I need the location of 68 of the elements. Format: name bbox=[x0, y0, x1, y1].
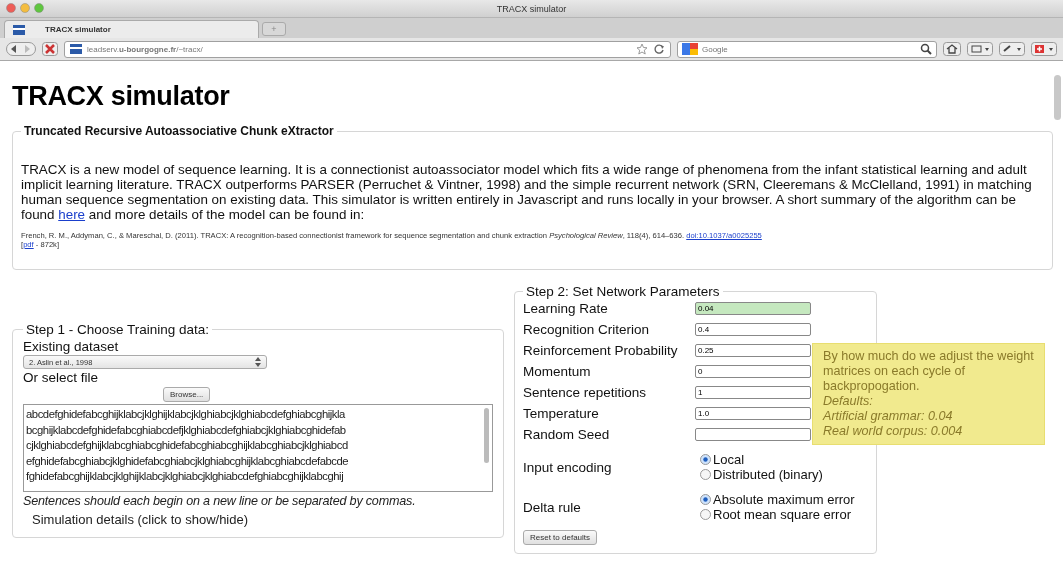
hint-text: Sentences should each begin on a new line or be separated by commas. bbox=[23, 494, 417, 508]
radio-button[interactable] bbox=[700, 469, 711, 480]
details-toggle[interactable]: Simulation details (click to show/hide) bbox=[23, 512, 249, 527]
updown-caret-icon bbox=[255, 357, 261, 367]
tooltip-text: Real world corpus: 0.004 bbox=[823, 424, 964, 439]
textarea-line: abcdefghidefabcghijklabcjklghijklabcjklghiabcjklghiabcdefghiabcghijkla bbox=[26, 407, 346, 422]
browser-tab[interactable]: TRACX simulator bbox=[4, 20, 259, 38]
radio-button[interactable] bbox=[700, 494, 711, 505]
stop-icon[interactable] bbox=[42, 42, 58, 56]
tooltip-text: Artificial grammar: 0.04 bbox=[823, 409, 954, 424]
parameter-input[interactable]: 0 bbox=[695, 365, 811, 378]
parameter-input[interactable]: 0.4 bbox=[695, 323, 811, 336]
parameter-label: Momentum bbox=[523, 364, 592, 379]
tab-label: TRACX simulator bbox=[45, 25, 111, 34]
parameter-input[interactable]: 0.25 bbox=[695, 344, 811, 357]
search-input[interactable]: Google bbox=[702, 44, 916, 54]
parameter-label: Input encoding bbox=[523, 459, 613, 475]
parameter-label: Reinforcement Probability bbox=[523, 343, 679, 358]
reload-icon[interactable] bbox=[653, 43, 665, 55]
reset-button[interactable]: Reset to defaults bbox=[523, 530, 598, 545]
field-label: Or select file bbox=[23, 370, 100, 385]
panel-title: Step 2: Set Network Parameters bbox=[525, 284, 721, 299]
url-text: leadserv.u-bourgogne.fr/~tracx/ bbox=[87, 44, 203, 54]
textarea-line: bcghijklabcdefghidefabcghiabcdefjklghiabcdefghiabcjklghiabcghidefab bbox=[26, 422, 347, 438]
textarea-line: fghidefabcghijklabcjklghijklabcjklghiabcjklghiabcdefghiabcghijklabcghij bbox=[26, 469, 345, 484]
radio-label: Absolute maximum error bbox=[713, 492, 855, 507]
star-icon[interactable] bbox=[636, 43, 648, 55]
search-field[interactable]: Google bbox=[677, 40, 937, 58]
parameter-label: Random Seed bbox=[523, 427, 611, 442]
scrollbar-thumb[interactable] bbox=[1054, 75, 1061, 120]
parameter-label: Temperature bbox=[523, 406, 600, 421]
favicon-icon bbox=[13, 24, 25, 35]
field-label: Existing dataset bbox=[23, 339, 120, 354]
description-text: TRACX is a new model of sequence learning. It is a connectionist autoassociator model which fits a wide range of phenomena from the infant statistical learning and adult implicit learning literature. TRACX outperforms PARSER (Perruchet & Vintner, 1998) and the simple recurrent network (SRN, Cleeremans & McClelland, 1991) in matching human sequence segmentation on existing data. This simulator is written entirely in Javascript and runs locally in your browser. A short summary of the algorithm can be found here and more details of the model can be found in: bbox=[21, 162, 1033, 222]
parameter-input[interactable] bbox=[695, 428, 811, 441]
scrollbar-thumb[interactable] bbox=[484, 408, 489, 463]
here-link[interactable]: here bbox=[58, 207, 86, 222]
parameter-label: Recognition Criterion bbox=[523, 322, 651, 337]
bookmarks-icon[interactable] bbox=[967, 42, 993, 56]
search-icon[interactable] bbox=[920, 43, 932, 55]
parameter-label: Sentence repetitions bbox=[523, 385, 648, 400]
back-forward-icon[interactable] bbox=[6, 42, 36, 56]
textarea-line: cjklghiabcdefghijklabcghiabcghidefabcghiabcghijklabcghiabcjklghiabcd bbox=[26, 438, 349, 453]
tools-icon[interactable] bbox=[999, 42, 1025, 56]
radio-button[interactable] bbox=[700, 454, 711, 465]
home-icon[interactable] bbox=[943, 42, 961, 56]
parameter-input[interactable]: 1.0 bbox=[695, 407, 811, 420]
google-icon bbox=[682, 43, 698, 55]
radio-label: Root mean square error bbox=[713, 507, 851, 522]
parameter-label: Delta rule bbox=[523, 499, 582, 515]
tooltip-text: By how much do we adjust the weight matrices on each cycle of backpropogation. bbox=[823, 349, 1035, 394]
favicon-icon bbox=[70, 44, 82, 54]
panel-title: Truncated Recursive Autoassociative Chunk eXtractor bbox=[23, 124, 335, 138]
parameter-input[interactable]: 1 bbox=[695, 386, 811, 399]
textarea-line: efghidefabcghiabcjklghidefabcghiabcjklghiabcghijklabcghiabcdefabcde bbox=[26, 453, 350, 469]
parameter-label: Learning Rate bbox=[523, 301, 609, 316]
parameter-input[interactable]: 0.04 bbox=[695, 302, 811, 315]
window-title: TRACX simulator bbox=[496, 3, 567, 14]
radio-label: Distributed (binary) bbox=[713, 467, 823, 482]
page-heading: TRACX simulator bbox=[12, 81, 231, 112]
tooltip-text: Defaults: bbox=[823, 394, 874, 409]
training-data-textarea[interactable] bbox=[23, 404, 493, 492]
radio-button[interactable] bbox=[700, 509, 711, 520]
addon-icon[interactable] bbox=[1031, 42, 1057, 56]
radio-label: Local bbox=[713, 452, 745, 467]
panel-title: Step 1 - Choose Training data: bbox=[25, 322, 211, 337]
address-bar[interactable]: leadserv.u-bourgogne.fr/~tracx/ bbox=[64, 40, 671, 58]
browse-button[interactable]: Browse... bbox=[163, 387, 211, 402]
